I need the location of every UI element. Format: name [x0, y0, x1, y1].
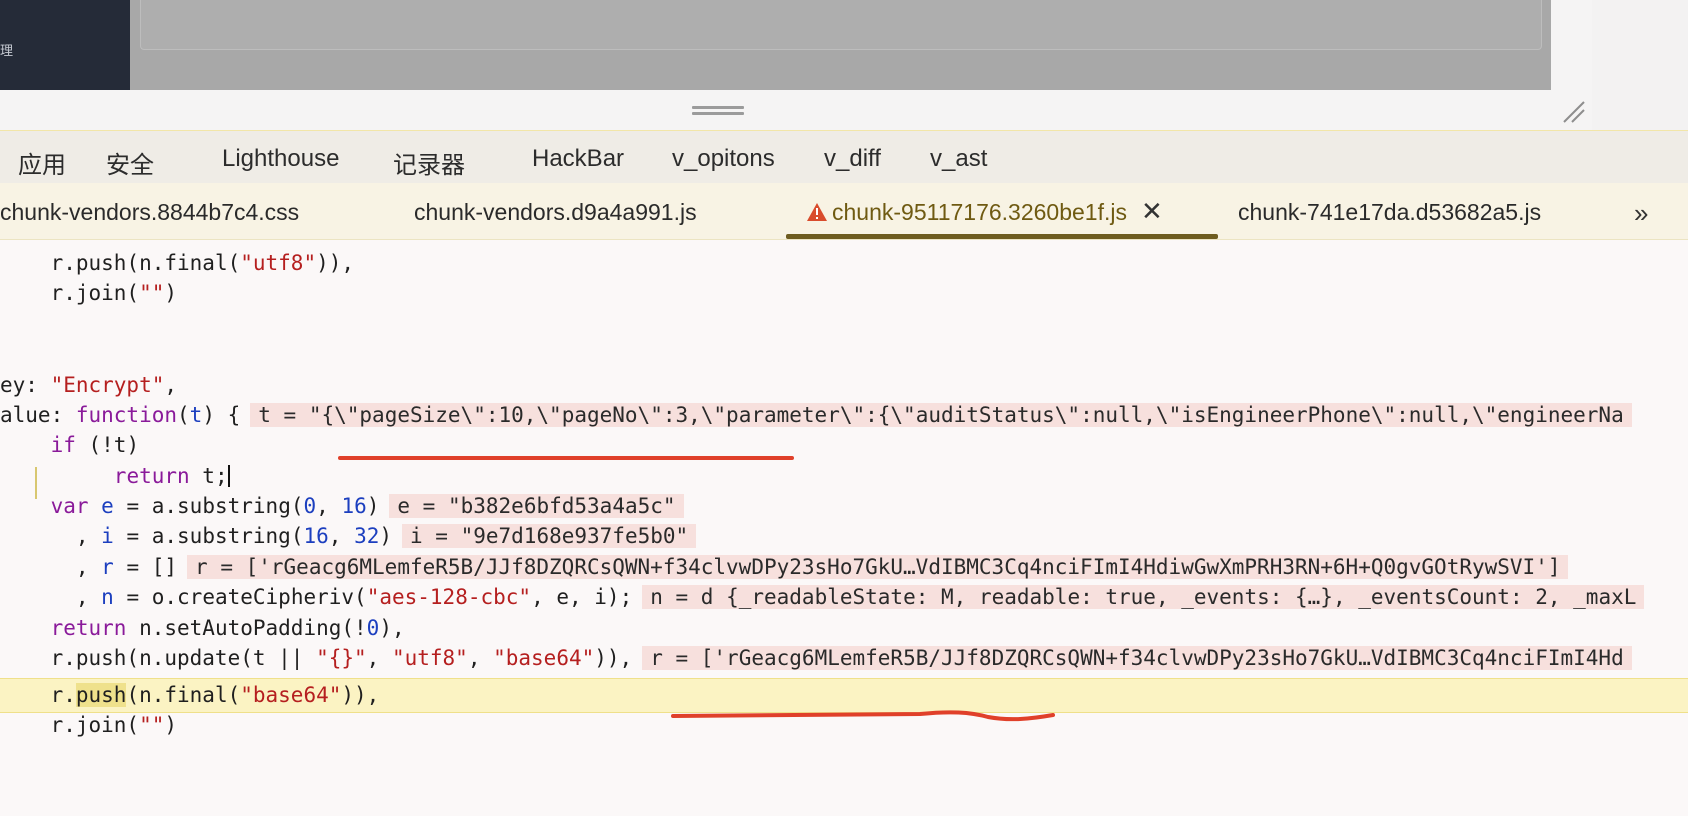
- tab-application[interactable]: 应用: [18, 145, 66, 180]
- tab-v-diff[interactable]: v_diff: [824, 145, 881, 173]
- source-file-tabs: chunk-vendors.8844b7c4.css chunk-vendors…: [0, 183, 1688, 240]
- inline-value-n[interactable]: n = d {_readableState: M, readable: true…: [642, 585, 1645, 609]
- code-line: return t;: [113, 464, 230, 488]
- code-line: ey: "Encrypt",: [0, 373, 178, 397]
- tab-hackbar[interactable]: HackBar: [532, 145, 624, 173]
- devtools-tab-bar: 应用 安全 Lighthouse 记录器 HackBar v_opitons v…: [0, 130, 1688, 183]
- code-line: r.push(n.update(t || "{}", "utf8", "base…: [0, 643, 1632, 673]
- code-line: , i = a.substring(16, 32) i = "9e7d168e93…: [0, 521, 697, 551]
- app-sidebar: 理: [0, 0, 130, 90]
- code-line: r.join(""): [0, 281, 178, 305]
- sidebar-label[interactable]: 理: [0, 40, 13, 59]
- page-preview-area: 理: [0, 0, 1688, 130]
- more-tabs-icon[interactable]: »: [1634, 198, 1649, 229]
- code-line: if (!t): [50, 433, 140, 457]
- inline-value-r2[interactable]: r = ['rGeacg6MLemfeR5B/JJf8DZQRCsQWN+f34…: [642, 646, 1632, 670]
- close-tab-icon[interactable]: ✕: [1141, 198, 1163, 224]
- file-tab-chunk-741[interactable]: chunk-741e17da.d53682a5.js: [1238, 199, 1541, 226]
- code-line: r.push(n.final("utf8")),: [0, 251, 355, 275]
- text-cursor: [227, 465, 230, 487]
- code-line-current: r.push(n.final("base64")),: [0, 683, 380, 707]
- annotation-underline: [338, 456, 794, 460]
- modal-overlay: [130, 0, 1551, 90]
- code-line: alue: function(t) {t = "{\"pageSize\":10…: [0, 400, 1632, 430]
- code-line: , n = o.createCipheriv("aes-128-cbc", e,…: [0, 582, 1645, 612]
- file-tab-vendors-js[interactable]: chunk-vendors.d9a4a991.js: [414, 199, 697, 226]
- tab-lighthouse[interactable]: Lighthouse: [222, 145, 339, 173]
- code-line: return n.setAutoPadding(!0),: [50, 616, 405, 640]
- code-line: , r = [] r = ['rGeacg6MLemfeR5B/JJf8DZQRC…: [0, 552, 1569, 582]
- overlay-content-box: [140, 0, 1542, 50]
- inline-value-e[interactable]: e = "b382e6bfd53a4a5c": [389, 494, 684, 518]
- file-tab-css[interactable]: chunk-vendors.8844b7c4.css: [0, 199, 299, 226]
- resize-corner-icon[interactable]: [1560, 98, 1586, 124]
- code-editor[interactable]: r.push(n.final("utf8")), r.join("") ey: …: [0, 240, 1688, 816]
- tab-recorder[interactable]: 记录器: [393, 145, 465, 180]
- file-tab-active[interactable]: chunk-95117176.3260be1f.js ✕: [806, 198, 1163, 226]
- tab-v-ast[interactable]: v_ast: [930, 145, 987, 173]
- scroll-gutter: [1592, 0, 1688, 130]
- tab-v-opitons[interactable]: v_opitons: [672, 145, 775, 173]
- active-tab-indicator: [786, 234, 1218, 239]
- tab-security[interactable]: 安全: [106, 145, 154, 180]
- code-line: var e = a.substring(0, 16) e = "b382e6bfd…: [0, 491, 684, 521]
- panel-drag-handle[interactable]: [692, 106, 744, 118]
- inline-value-i[interactable]: i = "9e7d168e937fe5b0": [402, 524, 697, 548]
- inline-value-t[interactable]: t = "{\"pageSize\":10,\"pageNo\":3,\"par…: [250, 403, 1632, 427]
- active-file-name: chunk-95117176.3260be1f.js: [832, 199, 1127, 225]
- code-line: r.join(""): [0, 713, 178, 737]
- warning-icon: [807, 203, 827, 221]
- inline-value-r[interactable]: r = ['rGeacg6MLemfeR5B/JJf8DZQRCsQWN+f34…: [187, 555, 1569, 579]
